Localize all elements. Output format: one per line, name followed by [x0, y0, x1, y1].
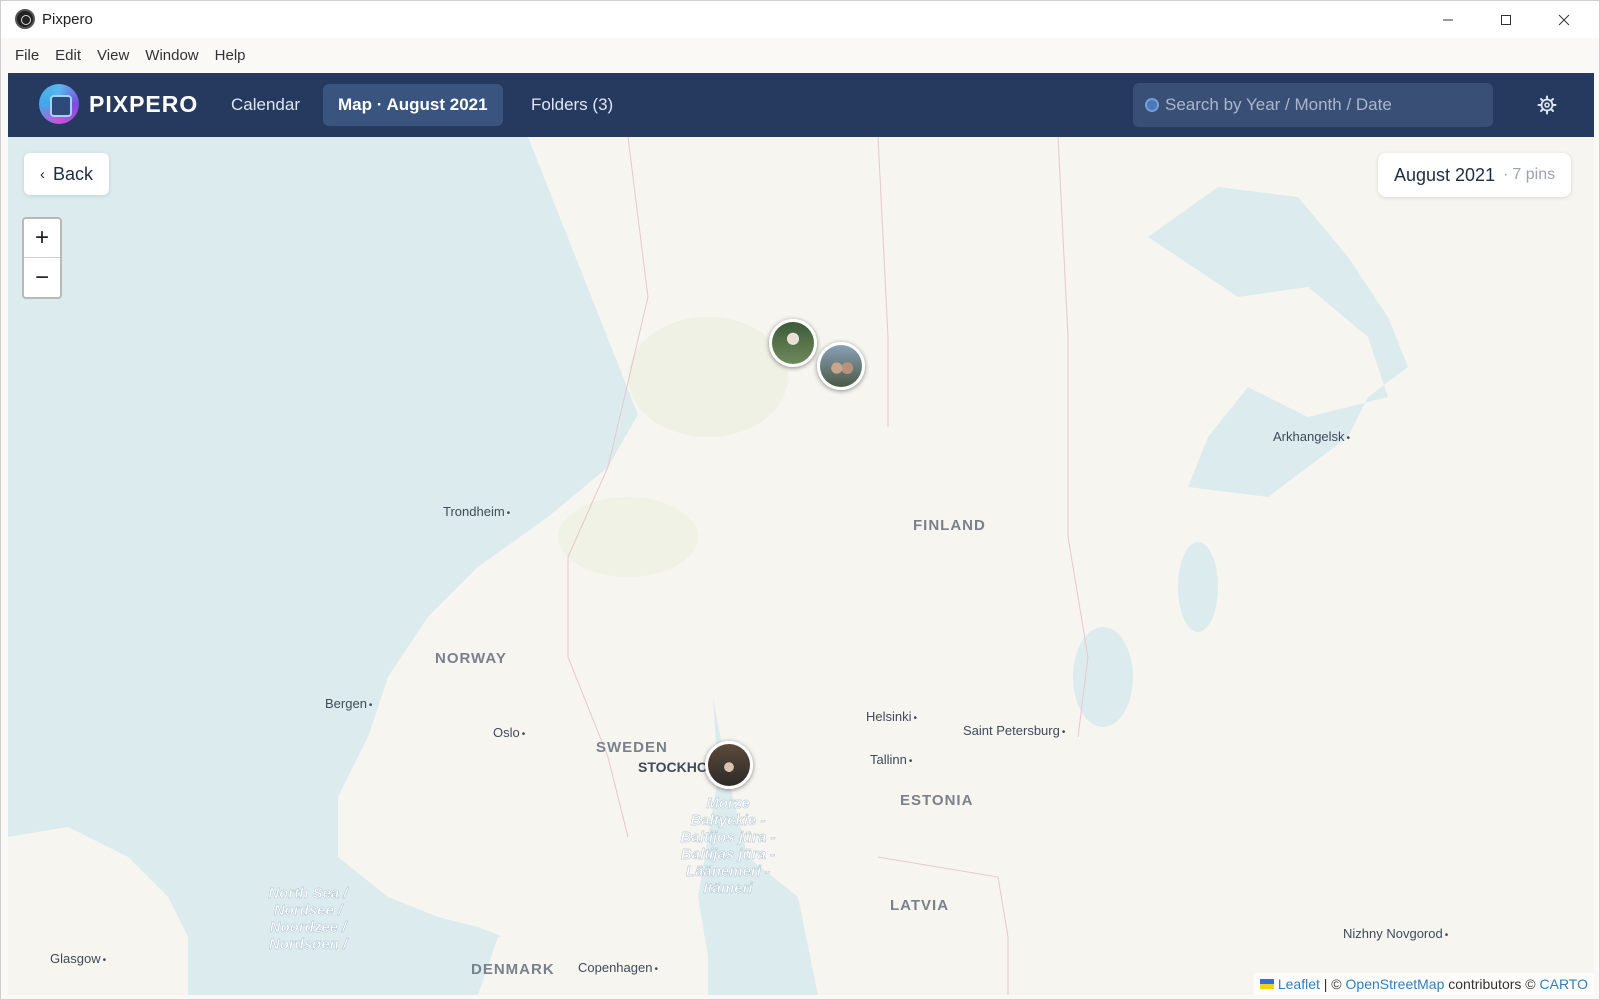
- menu-edit[interactable]: Edit: [55, 45, 81, 66]
- zoom-in-button[interactable]: +: [24, 219, 60, 258]
- gear-icon: [1537, 95, 1557, 115]
- month-info-card: August 2021 · 7 pins: [1378, 153, 1572, 197]
- label-stockholm: STOCKHO: [638, 759, 708, 775]
- settings-button[interactable]: [1533, 91, 1561, 119]
- land-uk: [8, 827, 188, 995]
- info-month: August 2021: [1394, 164, 1496, 185]
- label-north-sea: North Sea / Nordsee / Noordzee / Nordsøe…: [268, 885, 348, 953]
- label-nizhny-novgorod: Nizhny Novgorod: [1343, 926, 1448, 941]
- search-box[interactable]: [1133, 83, 1493, 127]
- ukraine-flag-icon: [1259, 979, 1274, 989]
- info-separator: ·: [1503, 166, 1509, 183]
- label-estonia: ESTONIA: [900, 792, 974, 809]
- label-finland: FINLAND: [913, 517, 986, 534]
- minimize-button[interactable]: [1426, 7, 1470, 33]
- map-attribution: Leaflet | © OpenStreetMap contributors ©…: [1253, 973, 1594, 995]
- logo-icon: [39, 84, 79, 124]
- search-input[interactable]: [1165, 95, 1485, 115]
- label-glasgow: Glasgow: [50, 951, 106, 966]
- zoom-control: + −: [22, 217, 62, 299]
- search-icon: [1145, 98, 1159, 112]
- attribution-sep: | ©: [1323, 976, 1342, 992]
- app-window: Pixpero File Edit View Window Help PIXPE…: [0, 0, 1600, 1000]
- label-oslo: Oslo: [493, 725, 525, 740]
- back-button[interactable]: ‹ Back: [24, 153, 110, 195]
- tab-folders[interactable]: Folders (3): [516, 84, 628, 126]
- logo-text: PIXPERO: [89, 91, 199, 117]
- attribution-contributors: contributors ©: [1448, 976, 1536, 992]
- maximize-icon: [1501, 15, 1511, 25]
- minimize-icon: [1443, 19, 1453, 21]
- label-baltic-sea: Morze Bałtyckie - Baltijos jūra - Baltij…: [680, 795, 776, 897]
- label-arkhangelsk: Arkhangelsk: [1273, 429, 1350, 444]
- label-bergen: Bergen: [325, 696, 372, 711]
- forest-patch: [628, 317, 788, 437]
- zoom-out-button[interactable]: −: [24, 258, 60, 297]
- photo-pin-stockholm[interactable]: [705, 741, 753, 789]
- map-view[interactable]: FINLAND NORWAY SWEDEN ESTONIA LATVIA DEN…: [8, 137, 1594, 995]
- photo-pin-north-1[interactable]: [769, 319, 817, 367]
- label-norway: NORWAY: [435, 650, 507, 667]
- label-tallinn: Tallinn: [870, 752, 912, 767]
- photo-thumbnail: [772, 322, 814, 364]
- title-bar: Pixpero: [1, 1, 1599, 38]
- label-denmark: DENMARK: [471, 961, 555, 978]
- label-latvia: LATVIA: [890, 897, 950, 914]
- label-sweden: SWEDEN: [596, 739, 668, 756]
- carto-link[interactable]: CARTO: [1540, 976, 1589, 992]
- photo-thumbnail: [708, 744, 750, 786]
- menu-file[interactable]: File: [15, 45, 39, 66]
- forest-patch-2: [558, 497, 698, 577]
- close-icon: [1558, 14, 1570, 26]
- menu-help[interactable]: Help: [215, 45, 246, 66]
- info-pin-count: 7 pins: [1512, 166, 1556, 183]
- close-button[interactable]: [1542, 7, 1586, 33]
- menu-bar: File Edit View Window Help: [1, 38, 1599, 73]
- photo-thumbnail: [820, 345, 862, 387]
- app-icon: [15, 9, 35, 29]
- lake-onega: [1178, 542, 1218, 632]
- photo-pin-north-2[interactable]: [817, 342, 865, 390]
- window-title: Pixpero: [42, 11, 93, 28]
- tab-calendar[interactable]: Calendar: [216, 84, 315, 126]
- label-trondheim: Trondheim: [443, 504, 510, 519]
- label-helsinki: Helsinki: [866, 709, 917, 724]
- osm-link[interactable]: OpenStreetMap: [1346, 976, 1445, 992]
- chevron-left-icon: ‹: [40, 165, 45, 183]
- menu-view[interactable]: View: [97, 45, 129, 66]
- tab-map[interactable]: Map · August 2021: [323, 84, 503, 126]
- app-header: PIXPERO Calendar Map · August 2021 Folde…: [8, 73, 1594, 137]
- label-copenhagen: Copenhagen: [578, 960, 658, 975]
- label-saint-petersburg: Saint Petersburg: [963, 723, 1065, 738]
- menu-window[interactable]: Window: [145, 45, 198, 66]
- lake-ladoga: [1073, 627, 1133, 727]
- map-terrain: [8, 137, 1594, 995]
- back-label: Back: [53, 163, 94, 184]
- leaflet-link[interactable]: Leaflet: [1278, 976, 1320, 992]
- maximize-button[interactable]: [1484, 7, 1528, 33]
